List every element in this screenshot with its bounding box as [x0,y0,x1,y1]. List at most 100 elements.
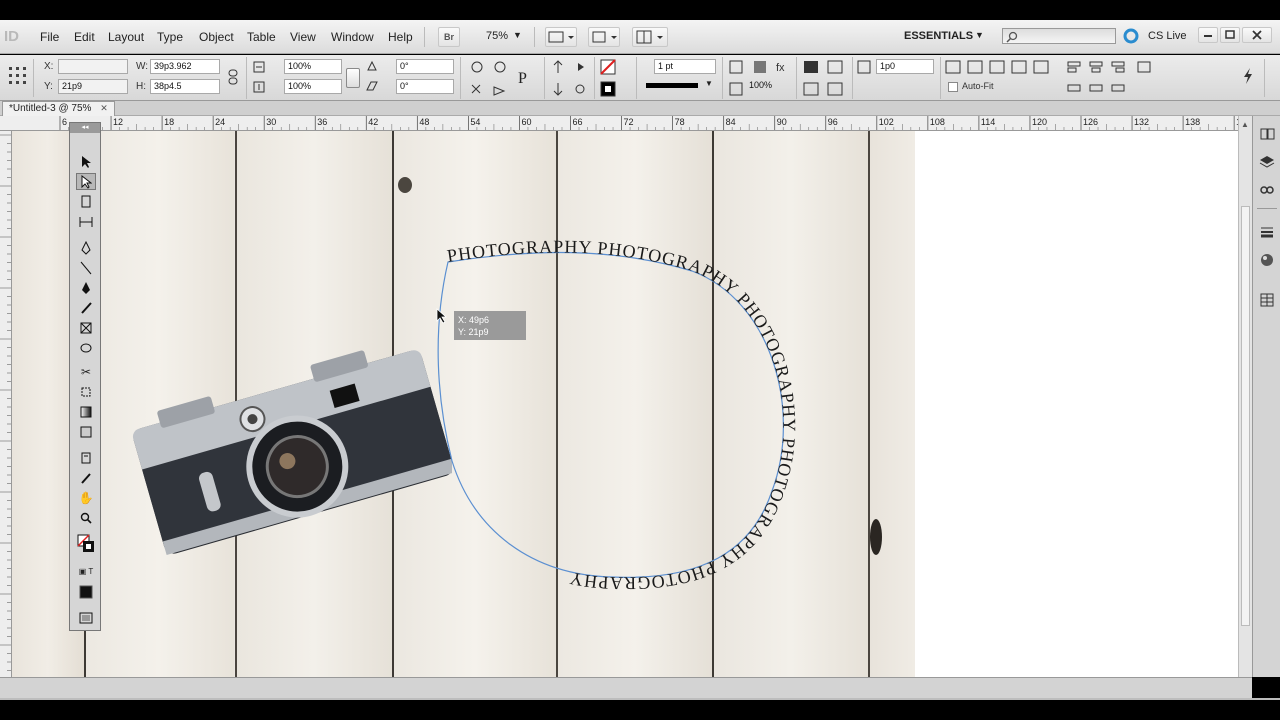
stroke-panel-icon[interactable] [1259,224,1275,240]
arrange-documents-button[interactable] [632,27,668,47]
menu-edit[interactable]: Edit [74,30,95,44]
menu-table[interactable]: Table [247,30,276,44]
vertical-scrollbar[interactable]: ▲ ▼ [1238,116,1252,693]
opacity-field[interactable]: 100% [746,79,786,94]
scissors-tool[interactable]: ✂ [76,363,96,380]
search-input[interactable] [1002,28,1116,44]
ellipse-tool[interactable] [76,339,96,356]
close-button[interactable] [1242,27,1272,43]
hand-tool[interactable]: ✋ [76,489,96,506]
line-tool[interactable] [76,259,96,276]
scroll-up-icon[interactable]: ▲ [1241,120,1249,129]
formatting-icon: ▣ T [78,567,94,576]
menu-file[interactable]: File [40,30,59,44]
view-options-button[interactable] [545,27,577,47]
fill-stroke-swatches[interactable] [76,533,96,555]
y-field[interactable]: 21p9 [58,79,128,94]
autofit-checkbox[interactable] [948,82,958,92]
x-field[interactable] [58,59,128,74]
menu-window[interactable]: Window [331,30,374,44]
scale-x-field[interactable]: 100% [284,59,342,74]
stroke-weight-field[interactable]: 1 pt [654,59,716,74]
horizontal-ruler[interactable]: 6 12 18 24 30 36 42 48 54 60 66 72 78 84 90 96 102 108 114… [0,116,1252,131]
quick-apply-icon[interactable] [1240,67,1256,85]
vertical-scroll-thumb[interactable] [1241,206,1250,626]
pencil-tool[interactable] [76,299,96,316]
vertical-ruler[interactable] [0,131,12,677]
cslive-label[interactable]: CS Live [1148,30,1187,42]
restore-button[interactable] [1220,27,1240,43]
type-on-path-icon [82,281,90,294]
w-field[interactable]: 39p3.962 [150,59,220,74]
gradient-feather-tool[interactable] [76,423,96,440]
workspace-switcher[interactable]: ESSENTIALS [904,30,973,42]
scissors-icon: ✂ [80,364,92,379]
menu-view[interactable]: View [290,30,316,44]
eyedropper-tool[interactable] [76,469,96,486]
stroke-type-preview[interactable] [646,83,698,88]
free-transform-tool[interactable] [76,383,96,400]
layers-panel-icon[interactable] [1259,154,1275,170]
path-text[interactable]: PHOTOGRAPHY PHOTOGRAPHY PHOTOGRAPHY PHOT… [446,236,800,593]
menu-help[interactable]: Help [388,30,413,44]
chevron-down-icon[interactable]: ▼ [975,30,984,40]
menu-layout[interactable]: Layout [108,30,144,44]
offset-field[interactable]: 1p0 [876,59,934,74]
type-on-path-frame[interactable]: PHOTOGRAPHY PHOTOGRAPHY PHOTOGRAPHY PHOT… [12,131,915,677]
swatches-panel-icon[interactable] [1259,292,1275,308]
collapse-tools-button[interactable]: ◂◂ [70,123,100,133]
bridge-button[interactable]: Br [438,27,460,47]
menu-object[interactable]: Object [199,30,234,44]
fill-none-swatch[interactable] [600,59,616,75]
shear-field[interactable]: 0° [396,79,454,94]
curve-path[interactable] [437,251,785,578]
document-canvas[interactable]: PHOTOGRAPHY PHOTOGRAPHY PHOTOGRAPHY PHOT… [12,131,1238,677]
ruler-tick-label: 66 [573,117,583,127]
ruler-tick-label: 78 [675,117,685,127]
cslive-icon[interactable] [1123,28,1139,44]
minimize-button[interactable] [1198,27,1218,43]
scale-y-field[interactable]: 100% [284,79,342,94]
page-tool[interactable] [76,193,96,210]
y-label: Y: [44,81,53,92]
constrain-proportions-icon[interactable] [226,68,240,86]
transform-icons[interactable]: P [468,59,538,99]
tooltip-y: Y: 21p9 [458,327,489,337]
align-icons[interactable] [1064,59,1164,99]
pages-panel-icon[interactable] [1259,126,1275,142]
pen-tool[interactable] [76,239,96,256]
horizontal-scrollbar[interactable] [0,677,1280,700]
h-field[interactable]: 38p4.5 [150,79,220,94]
chevron-down-icon[interactable]: ▼ [705,79,713,88]
panel-menu-button[interactable] [1264,59,1276,97]
direct-selection-tool[interactable] [76,173,96,190]
text-wrap-icons[interactable] [802,59,850,99]
menu-type[interactable]: Type [157,30,183,44]
select-container-icons[interactable] [550,59,590,99]
fitting-icons[interactable] [944,59,1064,77]
reference-point-grid[interactable] [4,59,34,97]
zoom-level[interactable]: 75% [486,30,508,42]
selection-tool[interactable] [76,153,96,170]
constrain-scale-button[interactable] [346,68,360,88]
screen-mode-toggle[interactable] [76,609,96,626]
zoom-tool[interactable] [76,509,96,526]
stroke-swatch[interactable] [600,81,616,97]
chevron-down-icon[interactable]: ▼ [513,30,522,40]
apply-color-button[interactable] [76,583,96,600]
screen-mode-button[interactable] [588,27,620,47]
gap-tool[interactable] [76,213,96,230]
note-tool[interactable] [76,449,96,466]
formatting-affects-toggle[interactable]: ▣ T [76,563,96,580]
ruler-tick-label: 120 [1032,117,1047,127]
type-on-path-tool[interactable] [76,279,96,296]
color-panel-icon[interactable] [1259,252,1275,268]
rectangle-frame-tool[interactable] [76,319,96,336]
gradient-swatch-tool[interactable] [76,403,96,420]
effects-icons[interactable]: fx [728,59,792,75]
ruler-tick-label: 36 [317,117,327,127]
links-panel-icon[interactable] [1259,182,1275,198]
rotate-field[interactable]: 0° [396,59,454,74]
document-tab[interactable]: *Untitled-3 @ 75% ✕ [2,101,115,116]
close-tab-icon[interactable]: ✕ [100,103,108,113]
